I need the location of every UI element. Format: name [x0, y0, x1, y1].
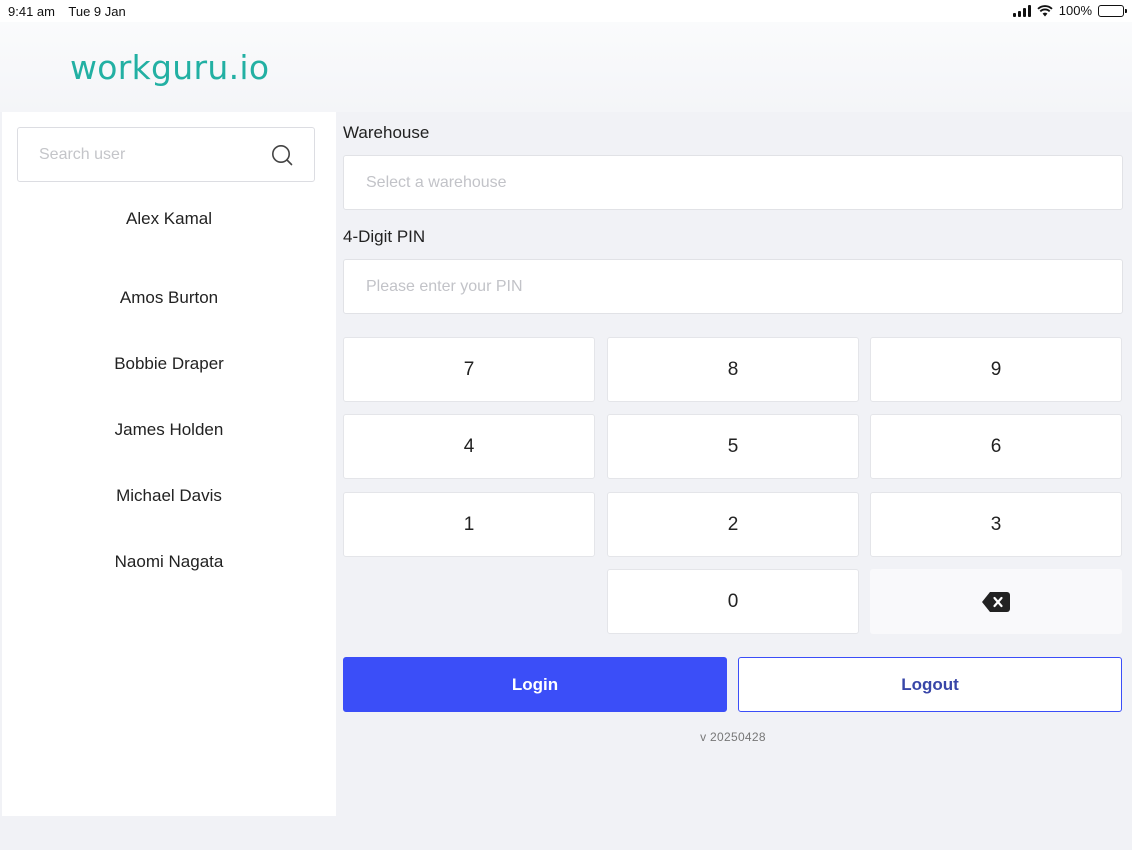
key-3[interactable]: 3	[870, 492, 1122, 557]
search-box	[17, 127, 315, 182]
logout-button[interactable]: Logout	[738, 657, 1122, 712]
key-4[interactable]: 4	[343, 414, 595, 479]
workguru-logo: workguru.io	[70, 48, 270, 87]
search-input[interactable]	[18, 128, 268, 181]
key-8[interactable]: 8	[607, 337, 859, 402]
key-6[interactable]: 6	[870, 414, 1122, 479]
status-bar: 9:41 am Tue 9 Jan 100%	[0, 0, 1132, 22]
header: workguru.io	[0, 22, 1132, 112]
search-icon[interactable]	[270, 143, 294, 167]
status-date: Tue 9 Jan	[68, 4, 126, 19]
warehouse-select[interactable]: Select a warehouse	[343, 155, 1123, 210]
user-list: Alex Kamal Amos Burton Bobbie Draper Jam…	[2, 199, 336, 595]
backspace-key[interactable]	[870, 569, 1122, 634]
key-1[interactable]: 1	[343, 492, 595, 557]
user-sidebar: Alex Kamal Amos Burton Bobbie Draper Jam…	[2, 112, 336, 816]
status-left: 9:41 am Tue 9 Jan	[8, 4, 136, 19]
login-button[interactable]: Login	[343, 657, 727, 712]
user-item-alex-kamal[interactable]: Alex Kamal	[2, 199, 336, 265]
warehouse-label: Warehouse	[343, 123, 430, 142]
status-time: 9:41 am	[8, 4, 55, 19]
wifi-icon	[1037, 4, 1053, 16]
key-5[interactable]: 5	[607, 414, 859, 479]
user-item-bobbie-draper[interactable]: Bobbie Draper	[2, 331, 336, 397]
battery-icon	[1098, 4, 1127, 17]
user-item-naomi-nagata[interactable]: Naomi Nagata	[2, 529, 336, 595]
pin-label: 4-Digit PIN	[343, 227, 426, 246]
signal-icon	[1012, 4, 1031, 17]
status-right: 100%	[1012, 3, 1127, 18]
pin-keypad: 7 8 9 4 5 6 1 2 3 0	[343, 337, 1123, 637]
user-item-michael-davis[interactable]: Michael Davis	[2, 463, 336, 529]
key-7[interactable]: 7	[343, 337, 595, 402]
key-2[interactable]: 2	[607, 492, 859, 557]
backspace-icon	[982, 591, 1010, 612]
battery-percent: 100%	[1058, 3, 1092, 18]
key-0[interactable]: 0	[607, 569, 859, 634]
user-item-amos-burton[interactable]: Amos Burton	[2, 265, 336, 331]
warehouse-placeholder: Select a warehouse	[366, 173, 507, 191]
version-label: v 20250428	[700, 730, 766, 744]
key-9[interactable]: 9	[870, 337, 1122, 402]
user-item-james-holden[interactable]: James Holden	[2, 397, 336, 463]
pin-input[interactable]	[343, 259, 1123, 314]
